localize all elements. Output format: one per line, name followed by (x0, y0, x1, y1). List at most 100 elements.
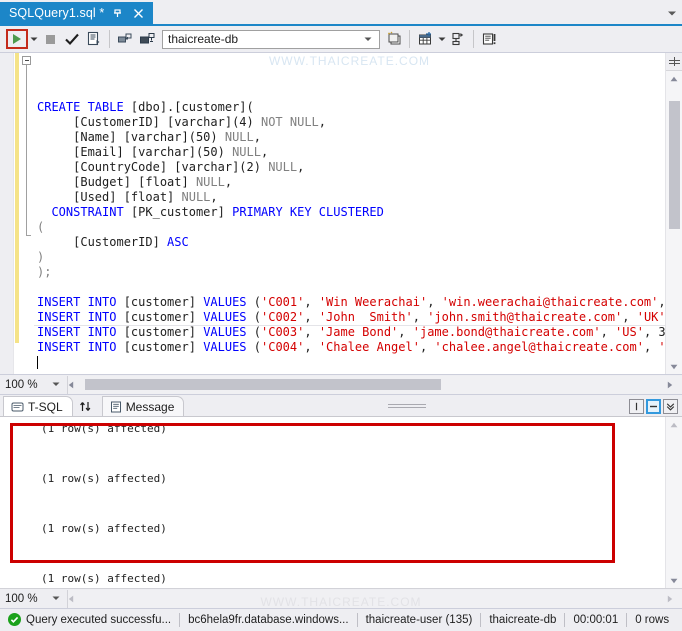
chevron-down-icon[interactable] (52, 382, 67, 387)
message-gap (0, 536, 665, 572)
code-token: NULL (268, 160, 297, 174)
editor-zoom-combo[interactable]: 100 % (0, 376, 68, 394)
code-token: ( (254, 295, 261, 309)
include-actual-plan-button[interactable] (114, 28, 136, 50)
code-token: [customer] (124, 310, 203, 324)
code-line[interactable]: [Email] [varchar](50) NULL, (34, 145, 665, 160)
status-bar: Query executed successfu... bc6hela9fr.d… (0, 608, 682, 630)
messages-scroll-up-arrow[interactable] (666, 417, 682, 432)
code-line[interactable]: ) (34, 250, 665, 265)
scroll-left-arrow[interactable] (68, 381, 83, 389)
code-line[interactable]: [Budget] [float] NULL, (34, 175, 665, 190)
chevron-down-icon[interactable] (662, 2, 682, 24)
results-to-grid-button[interactable] (414, 28, 436, 50)
sql-editor[interactable]: WWW.THAICREATE.COM CREATE TABLE [dbo].[c… (0, 53, 682, 375)
chevron-down-icon[interactable] (52, 596, 67, 601)
parse-button[interactable] (61, 28, 83, 50)
scroll-down-arrow[interactable] (666, 359, 682, 374)
status-rows: 0 rows (627, 609, 677, 631)
code-token: , (319, 115, 326, 129)
messages-vertical-scrollbar[interactable] (665, 417, 682, 588)
execute-dropdown-caret[interactable] (28, 28, 39, 50)
messages-scroll-down-arrow[interactable] (666, 573, 682, 588)
code-token: NULL (232, 145, 261, 159)
pin-icon[interactable] (110, 8, 125, 19)
code-line[interactable]: CREATE TABLE [dbo].[customer]( (34, 100, 665, 115)
chevron-down-icon[interactable] (364, 37, 379, 42)
status-rows-label: 0 rows (635, 614, 669, 626)
editor-outlining-margin[interactable] (20, 53, 34, 374)
code-line[interactable] (34, 355, 665, 370)
sort-icon[interactable] (73, 396, 99, 416)
code-line[interactable]: INSERT INTO [customer] VALUES ('C004', '… (34, 340, 665, 355)
editor-scrollbar-thumb[interactable] (669, 101, 680, 229)
messages-zoom-combo[interactable]: 100 % (0, 590, 68, 608)
results-to-file-button[interactable] (447, 28, 469, 50)
display-estimated-plan-button[interactable] (83, 28, 105, 50)
code-token: 'C003' (261, 325, 304, 339)
message-gap (0, 486, 665, 522)
code-line[interactable]: [Name] [varchar](50) NULL, (34, 130, 665, 145)
tab-message[interactable]: Message (102, 396, 185, 416)
messages-panel[interactable]: (1 row(s) affected)(1 row(s) affected)(1… (0, 417, 682, 588)
code-token: , (427, 295, 441, 309)
tab-t-sql[interactable]: T-SQL (3, 396, 73, 416)
code-line[interactable]: INSERT INTO [customer] VALUES ('C003', '… (34, 325, 665, 340)
scroll-up-arrow[interactable] (666, 71, 682, 86)
code-line[interactable]: [CountryCode] [varchar](2) NULL, (34, 160, 665, 175)
status-elapsed-label: 00:00:01 (573, 614, 618, 626)
messages-scroll-left-arrow[interactable] (68, 595, 83, 603)
code-line[interactable]: [CustomerID] [varchar](4) NOT NULL, (34, 115, 665, 130)
editor-vertical-scrollbar[interactable] (665, 53, 682, 374)
panel-drag-area[interactable] (184, 396, 629, 416)
code-line[interactable]: INSERT INTO [customer] VALUES ('C002', '… (34, 310, 665, 325)
sql-code-text[interactable]: WWW.THAICREATE.COM CREATE TABLE [dbo].[c… (34, 53, 665, 374)
code-token: INSERT INTO (37, 340, 124, 354)
editor-split-handle[interactable] (666, 53, 682, 71)
code-line[interactable] (34, 280, 665, 295)
client-statistics-icon (139, 31, 156, 47)
database-selector-combo[interactable]: thaicreate-db (162, 30, 380, 49)
messages-horizontal-scrollbar[interactable] (68, 590, 682, 608)
collapse-region-toggle[interactable] (22, 56, 31, 65)
code-line[interactable]: [Used] [float] NULL, (34, 190, 665, 205)
code-token: , (644, 340, 658, 354)
execute-query-button[interactable] (6, 29, 28, 49)
code-line[interactable]: INSERT INTO [customer] VALUES ('C001', '… (34, 295, 665, 310)
restore-split-button[interactable] (629, 399, 644, 414)
editor-hscroll-thumb[interactable] (85, 379, 441, 390)
code-line[interactable]: ); (34, 265, 665, 280)
document-tab-sqlquery1[interactable]: SQLQuery1.sql * (0, 2, 153, 24)
code-token (37, 205, 51, 219)
editor-horizontal-scrollbar[interactable] (68, 376, 682, 394)
current-line-underline (34, 325, 665, 326)
close-panel-button[interactable] (663, 399, 678, 414)
code-token: 'jame.bond@thaicreate.com' (413, 325, 601, 339)
scroll-right-arrow[interactable] (667, 381, 682, 389)
code-token: , (398, 325, 412, 339)
code-token: 'chalee.angel@thaicreate.com' (434, 340, 644, 354)
editor-hscroll-track[interactable] (83, 378, 667, 391)
messages-text[interactable]: (1 row(s) affected)(1 row(s) affected)(1… (0, 417, 665, 588)
cancel-query-button[interactable] (39, 28, 61, 50)
code-token: [CustomerID] [varchar](4) (37, 115, 261, 129)
code-token: VALUES (203, 325, 254, 339)
code-line[interactable]: [CustomerID] ASC (34, 235, 665, 250)
code-token: [Email] [varchar](50) (37, 145, 232, 159)
messages-scroll-right-arrow[interactable] (667, 595, 682, 603)
panel-grip[interactable] (388, 403, 426, 409)
change-connection-button[interactable] (383, 28, 405, 50)
messages-hscroll-track[interactable] (83, 592, 667, 605)
document-tabstrip: SQLQuery1.sql * (0, 0, 682, 26)
message-line: (1 row(s) affected) (0, 422, 665, 436)
results-options-caret[interactable] (436, 28, 447, 50)
close-icon[interactable] (131, 8, 147, 19)
code-line[interactable]: CONSTRAINT [PK_customer] PRIMARY KEY CLU… (34, 205, 665, 220)
code-token: CONSTRAINT (51, 205, 130, 219)
code-line[interactable]: ( (34, 220, 665, 235)
include-client-statistics-button[interactable] (136, 28, 158, 50)
code-token: INSERT INTO (37, 310, 124, 324)
watermark-top: WWW.THAICREATE.COM (34, 54, 665, 69)
comment-button[interactable] (478, 28, 500, 50)
minimize-panel-button[interactable] (646, 399, 661, 414)
